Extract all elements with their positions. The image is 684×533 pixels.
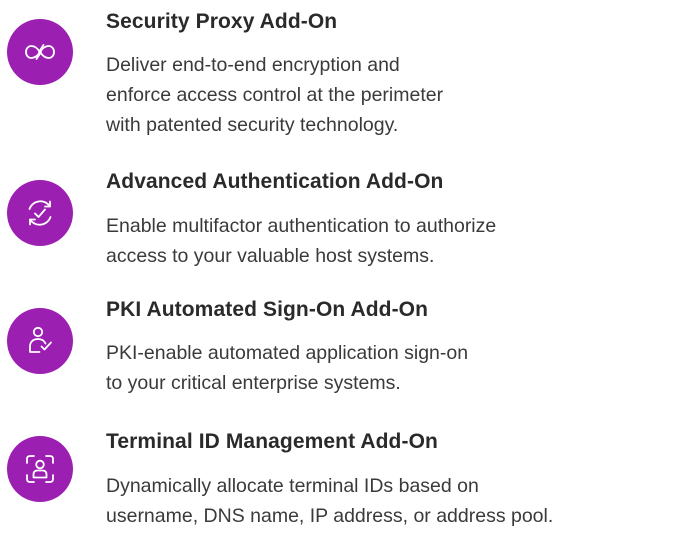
feature-title: Security Proxy Add-On (106, 10, 338, 33)
terminal-id-management-badge (7, 436, 73, 502)
description-line: Deliver end-to-end encryption and (106, 54, 400, 76)
feature-title: Terminal ID Management Add-On (106, 430, 438, 453)
feature-description: Enable multifactor authentication to aut… (106, 211, 496, 271)
description-line: access to your valuable host systems. (106, 245, 435, 267)
user-check-icon (29, 326, 52, 353)
description-line: with patented security technology. (106, 114, 399, 136)
description-line: Enable multifactor authentication to aut… (106, 215, 497, 237)
feature-description: Dynamically allocate terminal IDs based … (106, 471, 553, 531)
pki-automated-sign-on-badge (7, 308, 73, 374)
security-proxy-badge (7, 19, 73, 85)
description-line: PKI-enable automated application sign-on (106, 342, 469, 364)
feature-description: PKI-enable automated application sign-on… (106, 338, 468, 398)
feature-title: Advanced Authentication Add-On (106, 170, 444, 193)
feature-title: PKI Automated Sign-On Add-On (106, 298, 429, 321)
feature-description: Deliver end-to-end encryption and enforc… (106, 50, 443, 140)
refresh-check-icon (28, 200, 52, 226)
infinity-link-icon (25, 44, 55, 60)
description-line: Dynamically allocate terminal IDs based … (106, 475, 479, 497)
description-line: username, DNS name, IP address, or addre… (106, 505, 554, 527)
description-line: to your critical enterprise systems. (106, 372, 401, 394)
face-id-icon (26, 455, 54, 483)
description-line: enforce access control at the perimeter (106, 84, 444, 106)
advanced-authentication-badge (7, 180, 73, 246)
